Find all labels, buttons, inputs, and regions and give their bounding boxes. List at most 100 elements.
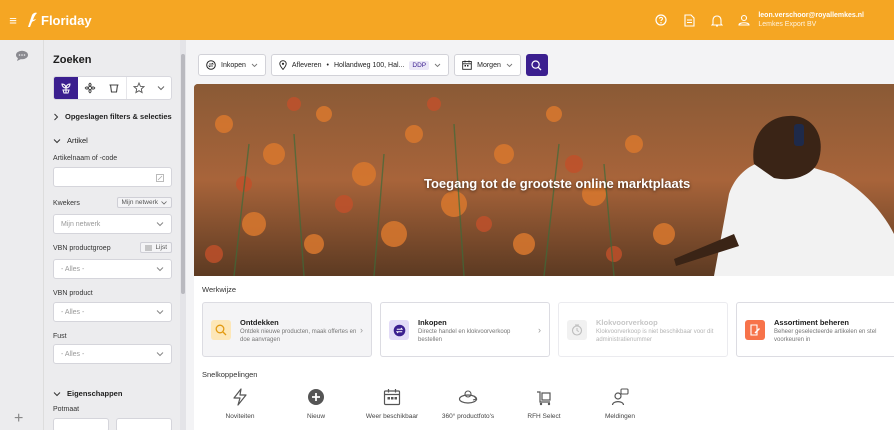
werkwijze-icon-inkopen (389, 320, 409, 340)
star-icon (133, 82, 145, 94)
saved-filters-toggle[interactable]: Opgeslagen filters & selecties (53, 112, 172, 121)
werkwijze-row: Ontdekken Ontdek nieuwe producten, maak … (202, 302, 894, 357)
shortcut-nieuw[interactable]: Nieuw (278, 386, 354, 420)
shortcut-noviteiten[interactable]: Noviteiten (202, 386, 278, 420)
user-email: leon.verschoor@royallemkes.nl (758, 12, 864, 19)
shortcut-rfh-select[interactable]: RFH Select (506, 386, 582, 420)
vbn-group-list-pill[interactable]: Lijst (140, 242, 172, 253)
calendar-icon (462, 60, 472, 70)
delivery-tag: DDP (409, 60, 430, 70)
vbn-product-value: - Alles - (61, 308, 85, 316)
shortcut-360[interactable]: 360° productfoto's (430, 386, 506, 420)
brand-name: Floriday (41, 12, 92, 28)
potmaat-min-input[interactable] (53, 418, 109, 430)
shortcut-label: Meldingen (605, 413, 635, 420)
plant-icon (61, 83, 71, 94)
werkwijze-desc: Klokvoorverkoop is niet beschikbaar voor… (596, 329, 714, 343)
mode-select[interactable]: Inkopen (198, 54, 266, 76)
panel-scroll-thumb[interactable] (181, 54, 185, 294)
delivery-label: Afleveren (291, 61, 322, 69)
kwekers-select[interactable]: Mijn netwerk (53, 214, 172, 234)
chevron-right-icon: › (538, 325, 541, 335)
help-icon[interactable] (654, 13, 668, 27)
delivery-select[interactable]: Afleveren • Hollandweg 100, Hal... DDP (270, 54, 450, 76)
werkwijze-desc: Ontdek nieuwe producten, maak offertes e… (240, 329, 357, 343)
werkwijze-card-inkopen[interactable]: Inkopen Directe handel en klokvoorverkoo… (380, 302, 550, 357)
chevron-down-icon (156, 310, 164, 315)
werkwijze-card-assortiment[interactable]: Assortiment beheren Beheer geselecteerde… (736, 302, 894, 357)
vbn-group-select[interactable]: - Alles - (53, 259, 172, 279)
mode-value: Inkopen (221, 61, 246, 69)
bell-icon[interactable] (710, 13, 724, 27)
favorites-dropdown[interactable] (151, 77, 171, 99)
chevron-down-icon (53, 138, 61, 143)
tab-favorites[interactable] (126, 77, 151, 99)
user-message-icon (609, 386, 631, 408)
kwekers-pill-label: Mijn netwerk (121, 199, 158, 206)
werkwijze-desc: Beheer geselecteerde artikelen en stel v… (774, 329, 877, 343)
vbn-product-label: VBN product (53, 290, 93, 297)
snelkoppelingen-title: Snelkoppelingen (202, 370, 258, 379)
chevron-down-icon (156, 222, 164, 227)
shortcut-meldingen[interactable]: Meldingen (582, 386, 658, 420)
calendar-icon (381, 386, 403, 408)
dashboard-card: Toegang tot de grootste online marktplaa… (194, 84, 894, 430)
document-icon[interactable] (682, 13, 696, 27)
fust-label: Fust (53, 333, 67, 340)
pot-icon (109, 84, 119, 93)
exchange-icon (206, 60, 216, 70)
vbn-group-label: VBN productgroep (53, 245, 111, 252)
search-icon (215, 324, 227, 336)
floriday-logo-icon (28, 12, 37, 27)
shortcut-weer-beschikbaar[interactable]: Weer beschikbaar (354, 386, 430, 420)
potmaat-label: Potmaat (53, 406, 80, 413)
chat-icon[interactable] (15, 50, 29, 62)
flower-icon (84, 82, 96, 94)
rotate-360-icon (457, 386, 479, 408)
add-icon[interactable]: + (14, 410, 23, 428)
vbn-product-select[interactable]: - Alles - (53, 302, 172, 322)
fust-value: - Alles - (61, 350, 85, 358)
tab-pots[interactable] (102, 77, 126, 99)
werkwijze-icon-assortiment (745, 320, 765, 340)
werkwijze-card-klokvoorverkoop: Klokvoorverkoop Klokvoorverkoop is niet … (558, 302, 728, 357)
hero-banner: Toegang tot de grootste online marktplaa… (194, 84, 894, 276)
list-icon (145, 245, 153, 250)
werkwijze-title: Werkwijze (202, 285, 237, 294)
eigenschappen-section-toggle[interactable]: Eigenschappen (53, 389, 122, 398)
clock-icon (571, 324, 583, 336)
werkwijze-name: Inkopen (418, 318, 447, 327)
chevron-down-icon (157, 86, 165, 91)
kwekers-filter-pill[interactable]: Mijn netwerk (116, 197, 172, 208)
menu-icon[interactable]: ≡ (0, 0, 26, 40)
search-panel: Zoeken Opgeslagen filters & selecties Ar… (44, 40, 180, 430)
lightning-icon (229, 386, 251, 408)
search-button[interactable] (525, 54, 548, 76)
user-menu[interactable]: leon.verschoor@royallemkes.nl Lemkes Exp… (738, 11, 864, 29)
vbn-group-pill-label: Lijst (155, 244, 167, 251)
shortcut-label: Weer beschikbaar (365, 413, 419, 420)
floriday-logo[interactable]: Floriday (26, 12, 92, 28)
edit-icon (156, 174, 164, 182)
artikel-section-label: Artikel (67, 136, 88, 145)
chevron-down-icon (156, 352, 164, 357)
article-input[interactable] (53, 167, 172, 187)
panel-title: Zoeken (53, 54, 92, 66)
vbn-group-value: - Alles - (61, 265, 85, 273)
tab-plants[interactable] (54, 77, 78, 99)
top-bar: ≡ Floriday leon.verschoor@royallemkes.nl… (0, 0, 894, 40)
search-icon (531, 59, 542, 70)
werkwijze-desc: Directe handel en klokvoorverkoop bestel… (418, 329, 511, 343)
werkwijze-icon-klokvoorverkoop (567, 320, 587, 340)
date-select[interactable]: Morgen (454, 54, 521, 76)
product-type-tabs (53, 76, 172, 100)
fust-select[interactable]: - Alles - (53, 344, 172, 364)
chevron-down-icon (251, 63, 258, 67)
werkwijze-card-ontdekken[interactable]: Ontdekken Ontdek nieuwe producten, maak … (202, 302, 372, 357)
chevron-right-icon: › (360, 325, 363, 335)
tab-flowers[interactable] (78, 77, 102, 99)
user-company: Lemkes Export BV (758, 21, 817, 28)
kwekers-label: Kwekers (53, 200, 80, 207)
artikel-section-toggle[interactable]: Artikel (53, 136, 88, 145)
potmaat-max-input[interactable] (116, 418, 172, 430)
